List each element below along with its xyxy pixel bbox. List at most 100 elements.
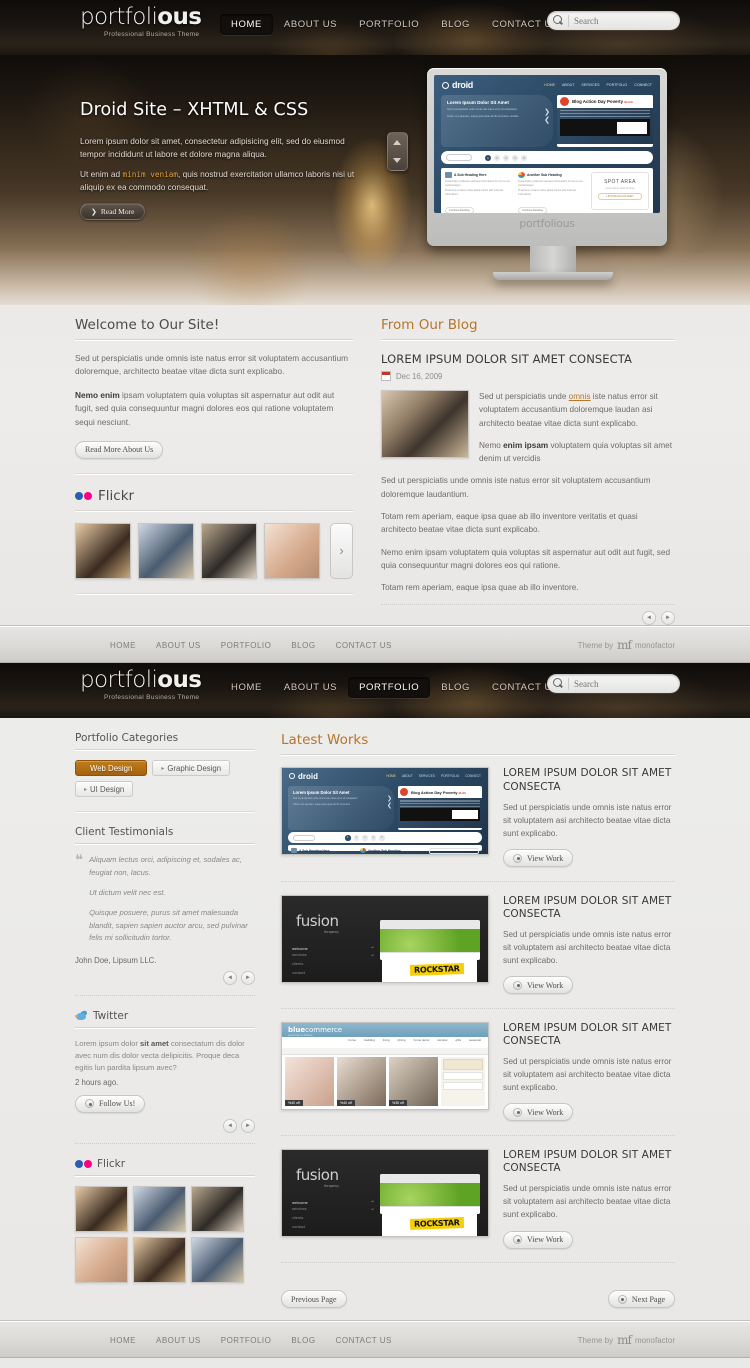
view-work-button[interactable]: View Work bbox=[503, 849, 574, 868]
play-dot-icon bbox=[85, 1099, 94, 1109]
footer-nav-about-us[interactable]: ABOUT US bbox=[146, 1336, 211, 1345]
hero-slider-controls[interactable] bbox=[387, 132, 408, 171]
previous-page-button[interactable]: Previous Page bbox=[281, 1290, 347, 1308]
flickr-grid-thumb-5[interactable] bbox=[133, 1237, 186, 1284]
wt-nav-1: ABOUT bbox=[401, 774, 413, 779]
logo-prefix-2: portfoli bbox=[80, 667, 158, 694]
primary-nav-bottom: HOME ABOUT US PORTFOLIO BLOG CONTACT US bbox=[220, 677, 570, 699]
footer-theme-by: Theme by bbox=[577, 1335, 614, 1345]
hero-read-more-button[interactable]: ❯ Read More bbox=[80, 203, 146, 220]
twitter-next-button[interactable]: ► bbox=[241, 1119, 255, 1134]
nav2-item-blog[interactable]: BLOG bbox=[430, 677, 481, 698]
nav-item-home[interactable]: HOME bbox=[220, 14, 273, 35]
work-title[interactable]: LOREM IPSUM DOLOR SIT AMET CONSECTA bbox=[503, 1022, 675, 1049]
mid-footer-nav-home[interactable]: HOME bbox=[100, 641, 146, 650]
chevron-up-icon[interactable] bbox=[393, 139, 402, 145]
work-title[interactable]: LOREM IPSUM DOLOR SIT AMET CONSECTA bbox=[503, 767, 675, 794]
screen-banner-title: Blog Action Day Poverty BLOG bbox=[572, 99, 633, 104]
mid-footer-nav-about-us[interactable]: ABOUT US bbox=[146, 641, 211, 650]
twitter-prev-button[interactable]: ◄ bbox=[223, 1119, 237, 1134]
site-logo-2[interactable]: portfolious Professional Business Theme bbox=[80, 667, 202, 702]
testimonial-next-button[interactable]: ► bbox=[241, 971, 255, 986]
sidebar-divider-3 bbox=[75, 1143, 255, 1145]
calendar-icon bbox=[381, 371, 391, 381]
blog-p1-link[interactable]: omnis bbox=[569, 392, 591, 401]
footer-nav-blog[interactable]: BLOG bbox=[281, 1336, 325, 1345]
category-graphic-design[interactable]: ▸ Graphic Design bbox=[152, 760, 231, 777]
blog-post-title[interactable]: LOREM IPSUM DOLOR SIT AMET CONSECTA bbox=[381, 352, 675, 366]
work-thumbnail-fusion-2[interactable]: fusion the agency welcome services client… bbox=[281, 1148, 489, 1237]
nav2-item-home[interactable]: HOME bbox=[220, 677, 273, 698]
monitor-base bbox=[493, 272, 613, 280]
blue-nav-3: dining bbox=[394, 1036, 409, 1043]
site-header-top: portfolious Professional Business Theme … bbox=[0, 0, 750, 55]
flickr-thumb-1[interactable] bbox=[75, 522, 131, 579]
flickr-thumb-4[interactable] bbox=[264, 522, 320, 579]
view-work-button[interactable]: View Work bbox=[503, 1103, 574, 1122]
portfolio-categories-heading: Portfolio Categories bbox=[75, 732, 255, 751]
nav-item-blog[interactable]: BLOG bbox=[430, 14, 481, 35]
previous-page-label: Previous Page bbox=[291, 1294, 337, 1304]
blog-next-button[interactable]: ► bbox=[661, 611, 675, 626]
testimonial-paragraph-2: Ut dictum velit nec est. bbox=[89, 887, 166, 897]
work-thumbnail-bluecommerce[interactable]: bluecommerce ecommerce theme home bedding… bbox=[281, 1021, 489, 1110]
search-box-bottom[interactable] bbox=[547, 674, 680, 694]
work-title[interactable]: LOREM IPSUM DOLOR SIT AMET CONSECTA bbox=[503, 895, 675, 922]
footer-nav-contact-us[interactable]: CONTACT US bbox=[326, 1336, 402, 1345]
site-logo[interactable]: portfolious Professional Business Theme bbox=[80, 4, 202, 39]
testimonials-heading: Client Testimonials bbox=[75, 826, 255, 845]
work-title[interactable]: LOREM IPSUM DOLOR SIT AMET CONSECTA bbox=[503, 1149, 675, 1176]
work-thumbnail-droid[interactable]: droid HOME ABOUT SERVICES PORTFOLIO CONNECT … bbox=[281, 767, 489, 856]
view-work-button[interactable]: View Work bbox=[503, 976, 574, 995]
search-input-top[interactable] bbox=[574, 15, 674, 26]
mid-footer-nav-contact-us[interactable]: CONTACT US bbox=[326, 641, 402, 650]
footer-nav-home[interactable]: HOME bbox=[100, 1336, 146, 1345]
mid-footer-nav-portfolio[interactable]: PORTFOLIO bbox=[211, 641, 282, 650]
flickr-thumb-3[interactable] bbox=[201, 522, 257, 579]
nav-item-portfolio[interactable]: PORTFOLIO bbox=[348, 14, 430, 35]
flickr-grid-thumb-3[interactable] bbox=[191, 1186, 244, 1233]
nav2-item-portfolio[interactable]: PORTFOLIO bbox=[348, 677, 431, 699]
next-page-button[interactable]: Next Page bbox=[607, 1290, 675, 1308]
view-work-button[interactable]: View Work bbox=[503, 1230, 574, 1249]
work-info: LOREM IPSUM DOLOR SIT AMET CONSECTA Sed … bbox=[503, 895, 675, 995]
wt-hero-title: Lorem Ipsum Dolor Sit Amet bbox=[293, 790, 350, 796]
blog-post-thumbnail[interactable] bbox=[381, 390, 469, 458]
footer-author[interactable]: monofactor bbox=[635, 1336, 675, 1345]
flickr-grid-thumb-6[interactable] bbox=[191, 1237, 244, 1284]
screen-col1-icon bbox=[445, 172, 452, 178]
flickr-grid-thumb-4[interactable] bbox=[75, 1237, 128, 1284]
work-thumbnail-fusion[interactable]: fusion the agency welcome services client… bbox=[281, 894, 489, 983]
fusion-logo: fusion the agency bbox=[296, 912, 339, 934]
search-box-top[interactable] bbox=[547, 11, 680, 30]
flickr-thumb-2[interactable] bbox=[138, 522, 194, 579]
footer-nav-portfolio[interactable]: PORTFOLIO bbox=[211, 1336, 282, 1345]
mid-footer-author[interactable]: monofactor bbox=[635, 641, 675, 650]
fusion-envato-panel bbox=[380, 919, 480, 960]
screen-spot-area: SPOT AREA Lorem ipsum dolor sit amet LIP… bbox=[591, 172, 649, 210]
monofactor-logo-icon-2: mf bbox=[617, 1333, 632, 1347]
logo-prefix: portfoli bbox=[80, 4, 158, 30]
blog-prev-button[interactable]: ◄ bbox=[642, 611, 656, 626]
follow-us-button[interactable]: Follow Us! bbox=[75, 1094, 146, 1113]
read-more-about-us-button[interactable]: Read More About Us bbox=[75, 440, 164, 459]
testimonial-prev-button[interactable]: ◄ bbox=[223, 971, 237, 986]
twitter-pager: ◄ ► bbox=[75, 1119, 255, 1134]
nav2-item-about-us[interactable]: ABOUT US bbox=[273, 677, 348, 698]
flickr-grid-thumb-1[interactable] bbox=[75, 1186, 128, 1233]
category-web-design[interactable]: ▸Web Design bbox=[75, 760, 148, 777]
chevron-down-icon[interactable] bbox=[393, 158, 402, 164]
wt-droid-logo: droid bbox=[298, 771, 318, 781]
mid-footer-nav-blog[interactable]: BLOG bbox=[281, 641, 325, 650]
triangle-icon-1: ▸ bbox=[161, 765, 165, 772]
blog-paragraph-3: Sed ut perspiciatis unde omnis iste natu… bbox=[381, 476, 651, 499]
play-dot-icon-4 bbox=[513, 1235, 522, 1244]
wt-nav-4: CONNECT bbox=[465, 774, 481, 779]
blue-nav-1: bedding bbox=[361, 1036, 378, 1043]
category-ui-design[interactable]: ▸ UI Design bbox=[75, 781, 134, 798]
search-input-bottom[interactable] bbox=[574, 678, 674, 689]
testimonial-author: John Doe, Lipsum LLC. bbox=[75, 956, 157, 966]
nav-item-about-us[interactable]: ABOUT US bbox=[273, 14, 348, 35]
flickr-grid-thumb-2[interactable] bbox=[133, 1186, 186, 1233]
flickr-next-button[interactable]: › bbox=[330, 522, 353, 579]
